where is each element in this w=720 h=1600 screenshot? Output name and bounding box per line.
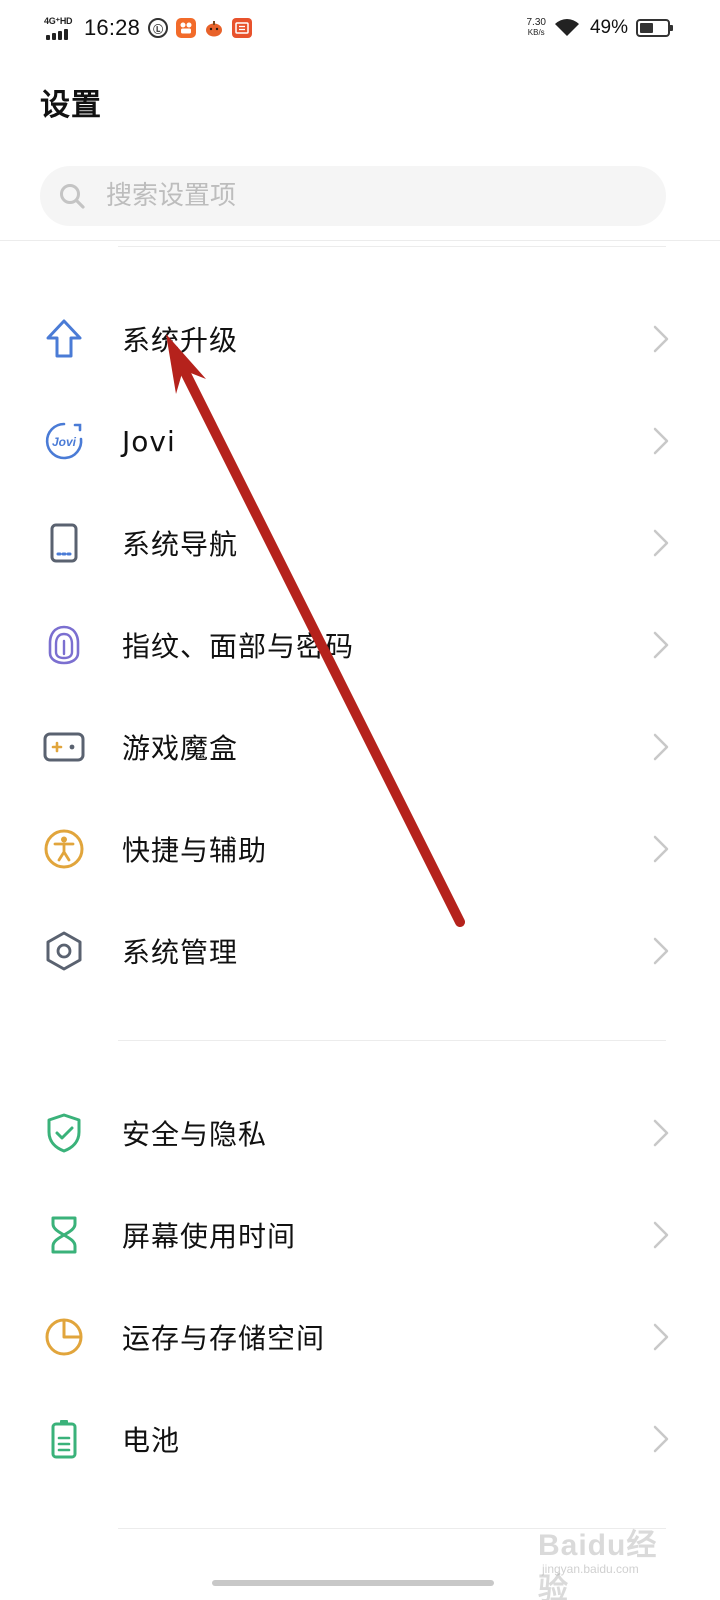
battery-icon <box>51 1420 77 1459</box>
settings-item-label: 安全与隐私 <box>122 1118 268 1151</box>
phone-navigation-icon <box>50 523 78 563</box>
settings-item-label: 系统管理 <box>122 936 239 969</box>
header-divider <box>0 240 720 241</box>
settings-item-system-navigation[interactable]: 系统导航 <box>0 492 720 594</box>
settings-item-label: 运存与存储空间 <box>122 1322 326 1355</box>
chevron-right-icon <box>653 427 669 455</box>
chevron-right-icon <box>653 631 669 659</box>
settings-item-screen-time[interactable]: 屏幕使用时间 <box>0 1184 720 1286</box>
notification-app-icon: Ⓛ <box>148 18 169 38</box>
settings-item-label: 屏幕使用时间 <box>122 1220 297 1253</box>
search-bar[interactable] <box>40 166 666 226</box>
watermark-url: jingyan.baidu.com <box>542 1562 639 1576</box>
fingerprint-icon <box>48 625 80 665</box>
watermark-text: Baidu经验 <box>538 1529 658 1600</box>
cellular-signal-icon: 4G⁺HD <box>44 14 78 42</box>
settings-item-ram-storage[interactable]: 运存与存储空间 <box>0 1286 720 1388</box>
settings-item-label: 游戏魔盒 <box>122 732 239 765</box>
settings-item-label: 指纹、面部与密码 <box>122 630 355 663</box>
network-speed: 7.30 KB/s <box>526 17 546 38</box>
jovi-icon: Jovi <box>45 422 83 460</box>
shield-check-icon <box>47 1113 81 1153</box>
chevron-right-icon <box>653 529 669 557</box>
settings-screen: 4G⁺HD 16:28 Ⓛ 7.30 KB/s 49% 设置 搜索设置项 系统升… <box>0 0 720 1600</box>
settings-item-label: 快捷与辅助 <box>122 834 268 867</box>
arrow-up-icon <box>46 319 82 358</box>
battery-percent: 49% <box>589 17 628 38</box>
chevron-right-icon <box>653 835 669 863</box>
settings-item-game-box[interactable]: 游戏魔盒 <box>0 696 720 798</box>
network-type: 4G⁺HD <box>44 16 73 26</box>
status-time: 16:28 <box>84 15 141 40</box>
pie-chart-icon <box>45 1318 83 1356</box>
battery-status-icon <box>636 19 673 37</box>
settings-item-system-update[interactable]: 系统升级 <box>0 288 720 390</box>
settings-item-label: 系统升级 <box>122 324 239 357</box>
settings-item-shortcuts-accessibility[interactable]: 快捷与辅助 <box>0 798 720 900</box>
chevron-right-icon <box>653 1221 669 1249</box>
status-bar: 4G⁺HD 16:28 Ⓛ 7.30 KB/s 49% <box>0 0 720 56</box>
baidu-watermark: Baidu经验 jingyan.baidu.com <box>538 1520 668 1600</box>
chevron-right-icon <box>653 937 669 965</box>
svg-text:Jovi: Jovi <box>52 435 77 449</box>
settings-item-label: 电池 <box>122 1424 181 1457</box>
search-icon <box>60 184 85 209</box>
settings-item-battery[interactable]: 电池 <box>0 1388 720 1490</box>
settings-item-label: Jovi <box>122 424 176 458</box>
status-bar-right: 7.30 KB/s 49% <box>526 12 673 44</box>
hourglass-icon <box>51 1216 77 1254</box>
chevron-right-icon <box>653 1425 669 1453</box>
group-divider-top <box>118 246 666 247</box>
chevron-right-icon <box>653 733 669 761</box>
wifi-icon <box>554 19 579 36</box>
chevron-right-icon <box>653 1119 669 1147</box>
settings-item-label: 系统导航 <box>122 528 239 561</box>
settings-item-security-privacy[interactable]: 安全与隐私 <box>0 1082 720 1184</box>
group-divider <box>118 1040 666 1041</box>
status-bar-left: 4G⁺HD 16:28 Ⓛ <box>44 12 253 44</box>
gamepad-icon <box>43 732 85 762</box>
page-title: 设置 <box>40 88 102 123</box>
settings-item-jovi[interactable]: Jovi Jovi <box>0 390 720 492</box>
settings-item-system-management[interactable]: 系统管理 <box>0 900 720 1002</box>
kuaishou-app-icon <box>176 18 197 38</box>
hexagon-settings-icon <box>46 931 82 971</box>
accessibility-icon <box>44 829 84 869</box>
home-indicator[interactable] <box>212 1580 494 1586</box>
chevron-right-icon <box>653 1323 669 1351</box>
search-input[interactable] <box>104 180 628 212</box>
settings-item-fingerprint-face-password[interactable]: 指纹、面部与密码 <box>0 594 720 696</box>
news-app-icon <box>232 18 253 38</box>
chevron-right-icon <box>653 325 669 353</box>
game-app-icon <box>204 18 224 38</box>
